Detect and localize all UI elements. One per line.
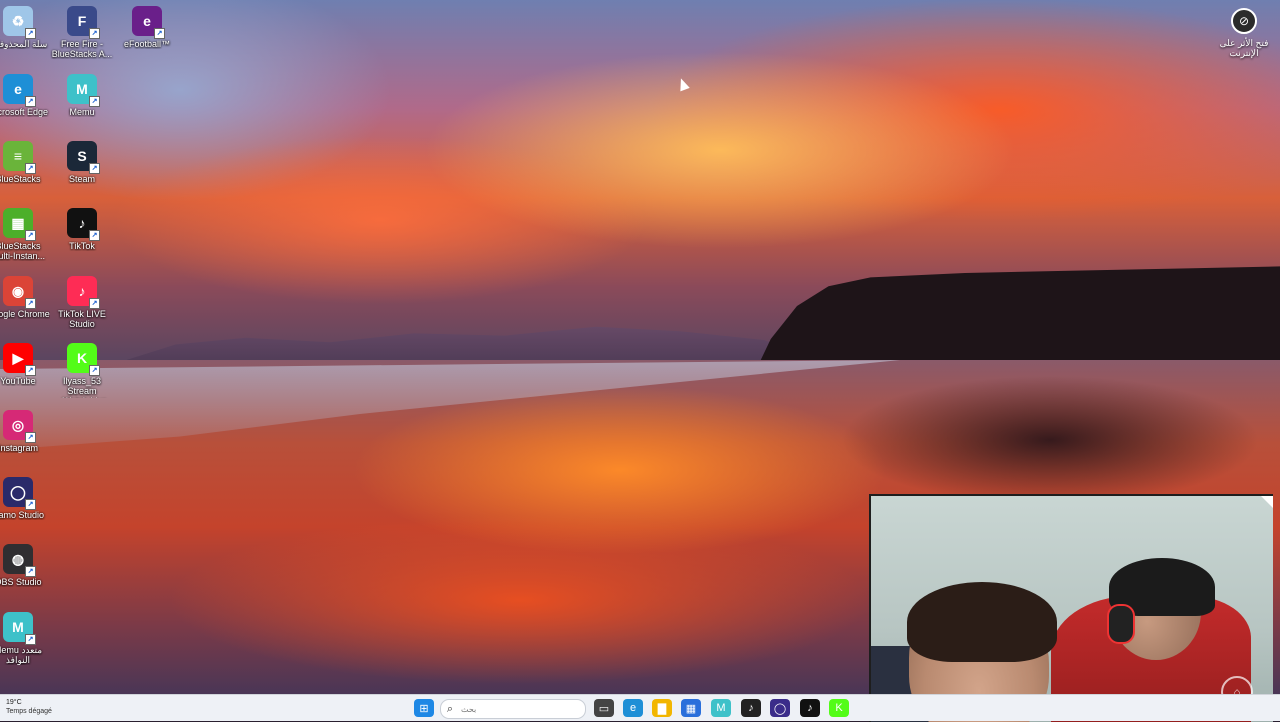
- memu-taskbar-icon[interactable]: M: [711, 699, 731, 717]
- steam-icon: S ↗: [67, 141, 100, 174]
- desktop-icon-chrome[interactable]: ◉↗Google Chrome: [0, 276, 50, 319]
- shortcut-arrow-icon: ↗: [89, 28, 100, 39]
- desktop-icon-free-fire[interactable]: F ↗ Free Fire - BlueStacks A...: [50, 6, 114, 59]
- desktop-icon-efootball[interactable]: e ↗ eFootball™: [115, 6, 179, 49]
- tiktok-live-taskbar-icon[interactable]: ♪: [741, 699, 761, 717]
- shortcut-arrow-icon: ↗: [89, 365, 100, 376]
- shortcut-arrow-icon: ↗: [89, 163, 100, 174]
- taskbar: 19°C Temps dégagé ⊞ ▭ e ▇ ▦ M ♪ ◯ ♪ K ⌕: [0, 694, 1280, 721]
- desktop-icon-label: TikTok: [69, 241, 95, 251]
- desktop-icon-memu[interactable]: M ↗ Memu: [50, 74, 114, 117]
- kick-taskbar-icon[interactable]: K: [829, 699, 849, 717]
- desktop-icon-label: Camo Studio: [0, 510, 45, 520]
- search-input[interactable]: [459, 703, 573, 715]
- desktop-icon-label: Microsoft Edge: [0, 107, 49, 117]
- efootball-icon: e ↗: [132, 6, 165, 39]
- weather-condition: Temps dégagé: [6, 708, 52, 715]
- shortcut-arrow-icon: ↗: [89, 298, 100, 309]
- desktop-icon-label: Instagram: [0, 443, 39, 453]
- desktop-icon-label: Free Fire - BlueStacks A...: [51, 39, 113, 59]
- desktop-icon-bluestacks[interactable]: ≡↗BlueStacks: [0, 141, 50, 184]
- desktop-icon-label: Memu متعدد النوافذ: [0, 645, 43, 665]
- camo-studio-taskbar-icon[interactable]: ◯: [770, 699, 790, 717]
- xbox-icon: ⊘: [1231, 8, 1257, 34]
- shortcut-arrow-icon: ↗: [25, 634, 36, 645]
- tiktok-live-icon: ♪ ↗: [67, 276, 100, 309]
- shortcut-arrow-icon: ↗: [25, 163, 36, 174]
- taskbar-search[interactable]: ⌕: [440, 699, 586, 719]
- task-view-icon[interactable]: ▭: [594, 699, 614, 717]
- desktop-icon-label: eFootball™: [123, 39, 171, 49]
- desktop-icon-label: TikTok LIVE Studio: [58, 309, 106, 329]
- desktop-icon-kick[interactable]: K↗Ilyass_53 Stream - Watch Live o...: [50, 343, 114, 398]
- recycle-bin-icon: ♻ ↗: [3, 6, 36, 39]
- memu-icon: M ↗: [67, 74, 100, 107]
- desktop-icon-label: Memu: [69, 107, 95, 117]
- desktop-icon-label: BlueStacks: [0, 174, 41, 184]
- shortcut-arrow-icon: ↗: [25, 28, 36, 39]
- shortcut-arrow-icon: ↗: [25, 432, 36, 443]
- shortcut-arrow-icon: ↗: [25, 566, 36, 577]
- desktop-icon-obs[interactable]: ◍↗OBS Studio: [0, 544, 50, 587]
- instagram-icon: ◎ ↗: [3, 410, 36, 443]
- desktop-icon-label: OBS Studio: [0, 577, 42, 587]
- desktop-icon-edge[interactable]: e↗Microsoft Edge: [0, 74, 50, 117]
- file-explorer-icon[interactable]: ▇: [652, 699, 672, 717]
- bluestacks-icon: ≡ ↗: [3, 141, 36, 174]
- memu-multi-icon: M ↗: [3, 612, 36, 645]
- edge-icon: e ↗: [3, 74, 36, 107]
- tiktok-taskbar-icon[interactable]: ♪: [800, 699, 820, 717]
- youtube-icon: ▶ ↗: [3, 343, 36, 376]
- shortcut-arrow-icon: ↗: [89, 96, 100, 107]
- edge-taskbar-icon[interactable]: e: [623, 699, 643, 717]
- desktop-icon-recycle-bin[interactable]: ♻↗سلة المحذوفات: [0, 6, 50, 49]
- desktop-icon-tiktok-live[interactable]: ♪ ↗ TikTok LIVE Studio: [50, 276, 114, 329]
- search-icon: ⌕: [446, 702, 454, 715]
- camo-studio-icon: ◯ ↗: [3, 477, 36, 510]
- microsoft-store-icon[interactable]: ▦: [681, 699, 701, 717]
- shortcut-arrow-icon: ↗: [25, 365, 36, 376]
- desktop-icon-label: سلة المحذوفات: [0, 39, 48, 49]
- desktop-icon-label: YouTube: [0, 376, 36, 386]
- desktop-icon-memu-multi[interactable]: M↗Memu متعدد النوافذ: [0, 612, 50, 665]
- desktop-icon-tiktok[interactable]: ♪ ↗ TikTok: [50, 208, 114, 251]
- obs-icon: ◍ ↗: [3, 544, 36, 577]
- desktop-icon-label: BlueStacks Multi-Instan...: [0, 241, 46, 261]
- shortcut-arrow-icon: ↗: [25, 96, 36, 107]
- shortcut-arrow-icon: ↗: [154, 28, 165, 39]
- tiktok-icon: ♪ ↗: [67, 208, 100, 241]
- desktop-icon-label: Google Chrome: [0, 309, 50, 319]
- webcam-overlay: ⌂: [869, 494, 1273, 722]
- shortcut-arrow-icon: ↗: [25, 298, 36, 309]
- xbox-shortcut[interactable]: ⊘ فتح الأثر على الإنترنت: [1213, 8, 1275, 58]
- weather-widget[interactable]: 19°C Temps dégagé: [6, 698, 52, 716]
- weather-temp: 19°C: [6, 699, 22, 706]
- windows-start-icon[interactable]: ⊞: [414, 699, 434, 717]
- free-fire-icon: F ↗: [67, 6, 100, 39]
- desktop-icon-label: Steam: [68, 174, 95, 184]
- desktop-icon-label: Ilyass_53 Stream - Watch Live o...: [57, 376, 107, 398]
- desktop-icon-steam[interactable]: S ↗ Steam: [50, 141, 114, 184]
- desktop-icon-instagram[interactable]: ◎ ↗ Instagram: [0, 410, 50, 453]
- desktop-icon-camo-studio[interactable]: ◯↗Camo Studio: [0, 477, 50, 520]
- desktop-icon-youtube[interactable]: ▶ ↗ YouTube: [0, 343, 50, 386]
- kick-icon: K ↗: [67, 343, 100, 376]
- chrome-icon: ◉ ↗: [3, 276, 36, 309]
- bluestacks-multi-icon: ▦ ↗: [3, 208, 36, 241]
- desktop-icon-bluestacks-multi[interactable]: ▦↗BlueStacks Multi-Instan...: [0, 208, 50, 261]
- shortcut-arrow-icon: ↗: [25, 230, 36, 241]
- shortcut-arrow-icon: ↗: [25, 499, 36, 510]
- headset-icon: [1107, 604, 1135, 644]
- xbox-shortcut-label: فتح الأثر على الإنترنت: [1219, 38, 1269, 58]
- shortcut-arrow-icon: ↗: [89, 230, 100, 241]
